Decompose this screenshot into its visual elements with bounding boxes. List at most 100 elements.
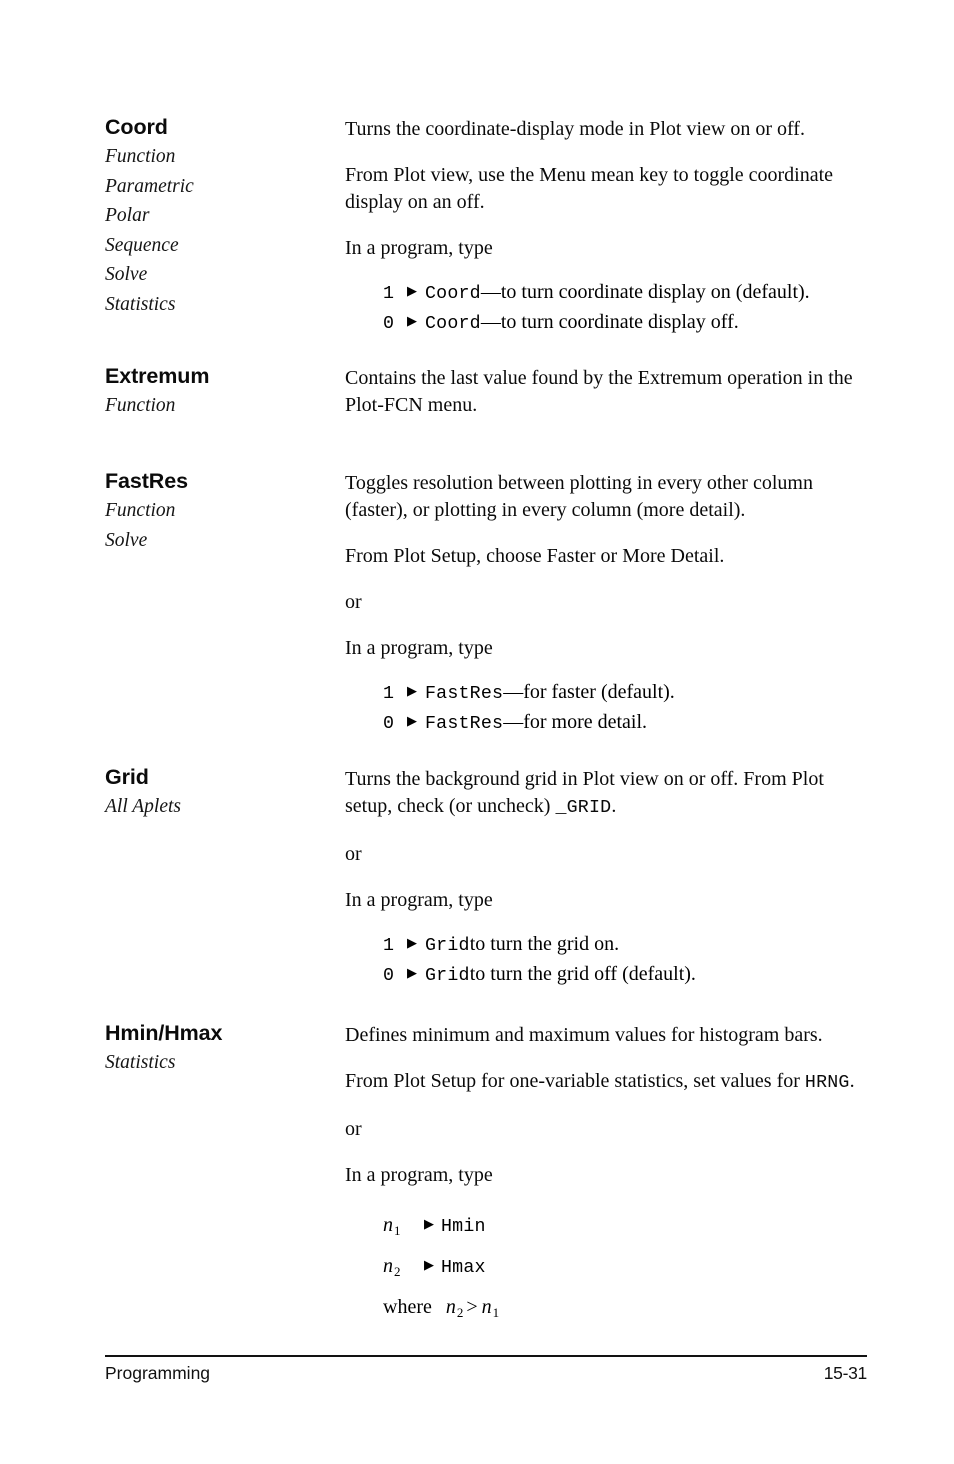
paragraph: In a program, type: [345, 637, 493, 659]
command-name: Grid: [425, 936, 470, 956]
store-arrow-icon: ▶: [407, 312, 417, 328]
variable-symbol: n2: [445, 1296, 464, 1320]
store-arrow-icon: ▶: [407, 935, 417, 950]
term-column-extremum: Extremum Function: [105, 361, 345, 421]
description-column-coord: Turns the coordinate-display mode in Plo…: [345, 112, 867, 356]
paragraph-text: .: [849, 1070, 855, 1092]
paragraph: Turns the background grid in Plot view o…: [345, 766, 867, 822]
applet-label: All Aplets: [105, 796, 182, 817]
footer-divider: [105, 1355, 867, 1357]
variable-line: n1 ▶ Hmin: [383, 1206, 867, 1247]
term-column-hmin-hmax: Hmin/Hmax Statistics: [105, 1018, 345, 1078]
store-arrow-icon: ▶: [407, 964, 417, 980]
paragraph-text: .: [611, 795, 617, 817]
variable-line: n2 ▶ Hmax: [383, 1247, 867, 1288]
variable-name: _GRID: [555, 798, 612, 818]
store-arrow-icon: ▶: [407, 283, 417, 298]
term-heading-grid: Grid: [105, 765, 149, 789]
paragraph: Defines minimum and maximum values for h…: [345, 1024, 823, 1046]
command-name: FastRes: [425, 713, 504, 734]
applet-label: Solve: [105, 529, 148, 551]
variable-name: HRNG: [804, 1073, 850, 1093]
code-value: 0: [383, 965, 394, 986]
command-name: Hmax: [441, 1258, 486, 1278]
code-line: 0 ▶ Grid to turn the grid off (default).: [383, 961, 867, 991]
variable-symbol: n1: [383, 1214, 401, 1238]
condition-line: where n2 > n1: [383, 1288, 867, 1328]
description-column-hmin-hmax: Defines minimum and maximum values for h…: [345, 1018, 867, 1328]
paragraph-text: From Plot Setup for one-variable statist…: [345, 1070, 805, 1092]
code-description: —for more detail.: [503, 710, 648, 733]
description-column-grid: Turns the background grid in Plot view o…: [345, 762, 867, 1008]
applet-label: Parametric: [105, 175, 194, 197]
store-arrow-icon: ▶: [407, 712, 417, 728]
code-value: 0: [383, 713, 394, 734]
variable-block-hmin-hmax: n1 ▶ Hmin n2 ▶ Hmax where n2 > n1: [345, 1206, 867, 1328]
code-block-fastres: 1 ▶ FastRes —for faster (default). 0 ▶ F…: [345, 679, 867, 738]
store-arrow-icon: ▶: [424, 1257, 434, 1272]
entry-coord: Coord Function Parametric Polar Sequence…: [105, 112, 867, 356]
paragraph: In a program, type: [345, 1164, 493, 1186]
code-description: —for faster (default).: [503, 681, 675, 703]
paragraph: In a program, type: [345, 889, 493, 911]
term-heading-coord: Coord: [105, 115, 168, 139]
term-heading-hmin-hmax: Hmin/Hmax: [105, 1021, 223, 1045]
page-number: 15-31: [823, 1363, 868, 1383]
term-column-grid: Grid All Aplets: [105, 762, 345, 822]
footer-row: Programming 15-31: [105, 1363, 867, 1384]
command-name: Coord: [425, 284, 481, 304]
applet-label: Statistics: [105, 293, 176, 315]
code-value: 1: [383, 936, 394, 956]
code-block-grid: 1 ▶ Grid to turn the grid on. 0 ▶ Grid t…: [345, 931, 867, 990]
code-line: 0 ▶ FastRes —for more detail.: [383, 709, 867, 739]
paragraph: From Plot Setup, choose Faster or More D…: [345, 545, 725, 567]
applet-label: Solve: [105, 264, 148, 286]
code-value: 1: [383, 284, 394, 304]
command-name: FastRes: [425, 684, 504, 704]
term-column-fastres: FastRes Function Solve: [105, 466, 345, 555]
footer-section-label: Programming: [105, 1363, 211, 1383]
store-arrow-icon: ▶: [424, 1216, 434, 1231]
relation-operator: >: [466, 1296, 478, 1318]
code-block-coord: 1 ▶ Coord —to turn coordinate display on…: [345, 279, 867, 338]
entry-grid: Grid All Aplets Turns the background gri…: [105, 762, 867, 1008]
entry-fastres: FastRes Function Solve Toggles resolutio…: [105, 466, 867, 756]
code-description: to turn the grid on.: [469, 933, 620, 955]
entry-hmin-hmax: Hmin/Hmax Statistics Defines minimum and…: [105, 1018, 867, 1328]
description-column-extremum: Contains the last value found by the Ext…: [345, 361, 867, 438]
code-description: to turn the grid off (default).: [469, 962, 696, 985]
command-name: Coord: [425, 313, 481, 334]
variable-symbol: n1: [481, 1296, 500, 1320]
entry-extremum: Extremum Function Contains the last valu…: [105, 361, 867, 438]
paragraph-or: or: [345, 1118, 362, 1140]
code-line: 1 ▶ Coord —to turn coordinate display on…: [383, 279, 867, 309]
code-line: 1 ▶ FastRes —for faster (default).: [383, 679, 867, 709]
paragraph: Toggles resolution between plotting in e…: [345, 472, 813, 521]
paragraph: From Plot view, use the Menu mean key to…: [345, 164, 834, 213]
paragraph-or: or: [345, 843, 362, 865]
command-name: Grid: [425, 965, 470, 986]
code-description: —to turn coordinate display off.: [480, 310, 739, 333]
applet-label: Sequence: [105, 234, 179, 256]
paragraph: Turns the coordinate-display mode in Plo…: [345, 118, 805, 140]
code-description: —to turn coordinate display on (default)…: [480, 281, 810, 303]
page-footer: Programming 15-31: [105, 1355, 867, 1384]
term-heading-extremum: Extremum: [105, 364, 210, 388]
page-content: Coord Function Parametric Polar Sequence…: [105, 112, 867, 1328]
code-line: 1 ▶ Grid to turn the grid on.: [383, 931, 867, 961]
term-heading-fastres: FastRes: [105, 469, 188, 493]
variable-symbol: n2: [383, 1255, 401, 1279]
store-arrow-icon: ▶: [407, 683, 417, 698]
paragraph: From Plot Setup for one-variable statist…: [345, 1068, 867, 1097]
applet-label: Function: [105, 146, 176, 167]
applet-label: Polar: [105, 205, 150, 227]
applet-label: Function: [105, 500, 176, 521]
paragraph: In a program, type: [345, 237, 493, 259]
command-name: Hmin: [441, 1217, 486, 1237]
code-line: 0 ▶ Coord —to turn coordinate display of…: [383, 309, 867, 339]
code-value: 0: [383, 313, 394, 334]
applet-label: Function: [105, 395, 176, 416]
description-column-fastres: Toggles resolution between plotting in e…: [345, 466, 867, 756]
manual-page: Coord Function Parametric Polar Sequence…: [0, 0, 954, 1464]
paragraph: Contains the last value found by the Ext…: [345, 367, 853, 416]
